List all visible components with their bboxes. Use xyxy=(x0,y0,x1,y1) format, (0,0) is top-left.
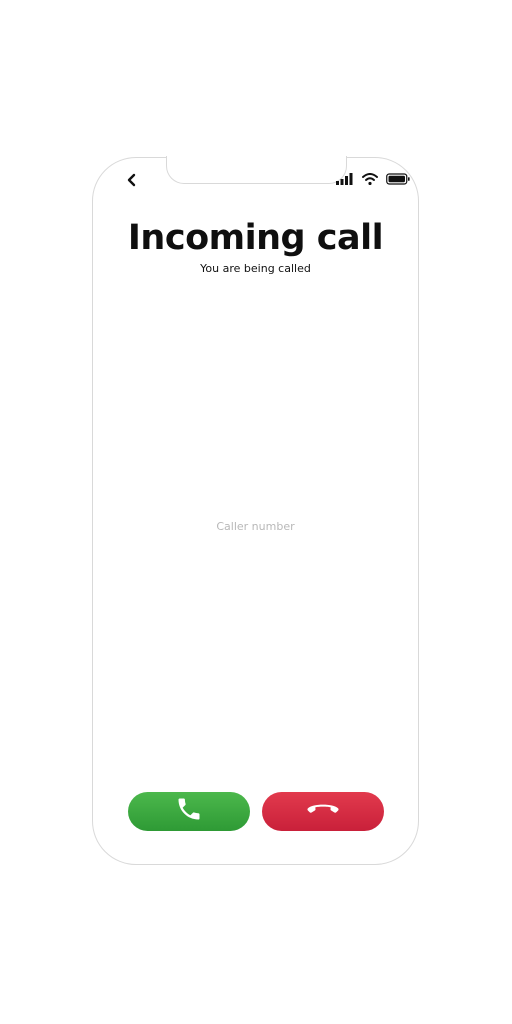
signal-bars-icon xyxy=(336,172,354,190)
caller-number: Caller number xyxy=(216,520,295,533)
status-bar xyxy=(93,168,418,192)
page-subtitle: You are being called xyxy=(200,262,311,275)
phone-icon xyxy=(175,795,203,828)
decline-call-button[interactable] xyxy=(262,792,384,831)
phone-frame: Incoming call You are being called Calle… xyxy=(92,155,419,865)
accept-call-button[interactable] xyxy=(128,792,250,831)
screen: Incoming call You are being called Calle… xyxy=(0,0,512,1024)
status-icons xyxy=(336,172,410,190)
page-title: Incoming call xyxy=(127,218,384,258)
wifi-icon xyxy=(362,172,378,190)
phone-hangup-icon xyxy=(306,801,340,822)
battery-icon xyxy=(386,172,410,190)
back-chevron-icon[interactable] xyxy=(124,171,140,189)
